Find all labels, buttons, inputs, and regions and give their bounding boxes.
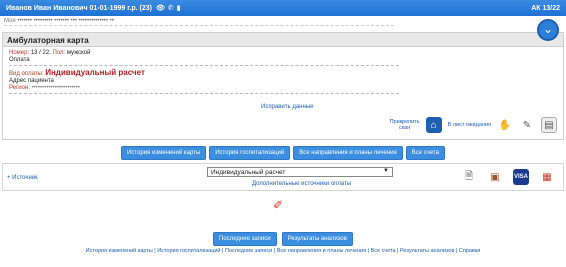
hospitalization-history-button[interactable]: История госпитализаций	[209, 146, 291, 160]
edit-data-link[interactable]: Исправить данные	[261, 104, 313, 110]
payment-type-label: Вид оплаты:	[9, 71, 44, 77]
add-source-link[interactable]: + Источник	[7, 175, 38, 181]
sex-value: мужской	[66, 50, 91, 56]
collapse-chevron-icon[interactable]: ⌄	[537, 19, 559, 41]
number-value: 13 / 22.	[30, 50, 51, 56]
payment-source-panel: + Источник Индивидуальный расчет ▼ Допол…	[2, 163, 564, 191]
all-referrals-button[interactable]: Все направления и планы лечения	[293, 146, 403, 160]
wallet-icon[interactable]: ▣	[487, 169, 503, 185]
print-icon[interactable]: ▤	[541, 117, 557, 133]
test-results-button[interactable]: Результаты анализов	[281, 232, 353, 246]
patient-subline: Моя ••••••• ••••••••• ••••••• ••• ••••••…	[4, 18, 394, 26]
recent-records-button[interactable]: Последние записи	[213, 232, 277, 246]
document-icon[interactable]: 🗎	[461, 169, 477, 185]
handshake-icon[interactable]: ✋	[497, 117, 513, 133]
ambulatory-card: Амбулаторная карта ⌄ Номер: 13 / 22. Пол…	[2, 19, 564, 140]
sex-label: Пол:	[52, 50, 66, 56]
eye-icon[interactable]: 👁	[156, 4, 165, 12]
attach-scan-link[interactable]: Прикрепить скан	[390, 119, 420, 131]
pen-icon[interactable]: ✐	[273, 198, 283, 212]
patient-name: Иванов Иван Иванович 01-01-1999 г.р. (23…	[6, 4, 152, 12]
payment-section-label: Оплата	[9, 57, 30, 63]
footer-links[interactable]: История изменений карты | История госпит…	[0, 248, 566, 254]
payment-type-select[interactable]: Индивидуальный расчет ▼	[207, 167, 393, 177]
chevron-down-icon: ▼	[383, 168, 389, 174]
card-title: Амбулаторная карта	[3, 33, 563, 47]
card-number-badge: АК 13/22	[531, 4, 560, 12]
payment-type-value: Индивидуальный расчет	[45, 68, 145, 77]
number-label: Номер:	[9, 50, 30, 56]
records-toolbar: Последние записи Результаты анализов	[0, 232, 566, 246]
all-invoices-button[interactable]: Все счета	[405, 146, 445, 160]
calendar-icon[interactable]: ▦	[539, 169, 555, 185]
signature-icon[interactable]: ✎	[519, 117, 535, 133]
card-payment-icon[interactable]: VISA	[513, 169, 529, 185]
extra-payment-sources-link[interactable]: Дополнительные источники оплаты	[252, 181, 351, 187]
card-history-button[interactable]: История изменений карты	[121, 146, 207, 160]
region-label: Регион:	[9, 85, 30, 91]
card-actions-toolbar: История изменений карты История госпитал…	[0, 146, 566, 160]
clipboard-icon[interactable]: ▮	[177, 4, 181, 12]
patient-header-bar: Иванов Иван Иванович 01-01-1999 г.р. (23…	[0, 0, 566, 16]
region-value: •••••••••••••••••••••••	[31, 85, 80, 91]
phone-icon[interactable]: ✆	[168, 4, 174, 12]
home-icon[interactable]: ⌂	[425, 117, 442, 133]
address-label: Адрес пациента	[9, 78, 54, 84]
waiting-list-link[interactable]: В лист ожидания	[448, 122, 491, 128]
